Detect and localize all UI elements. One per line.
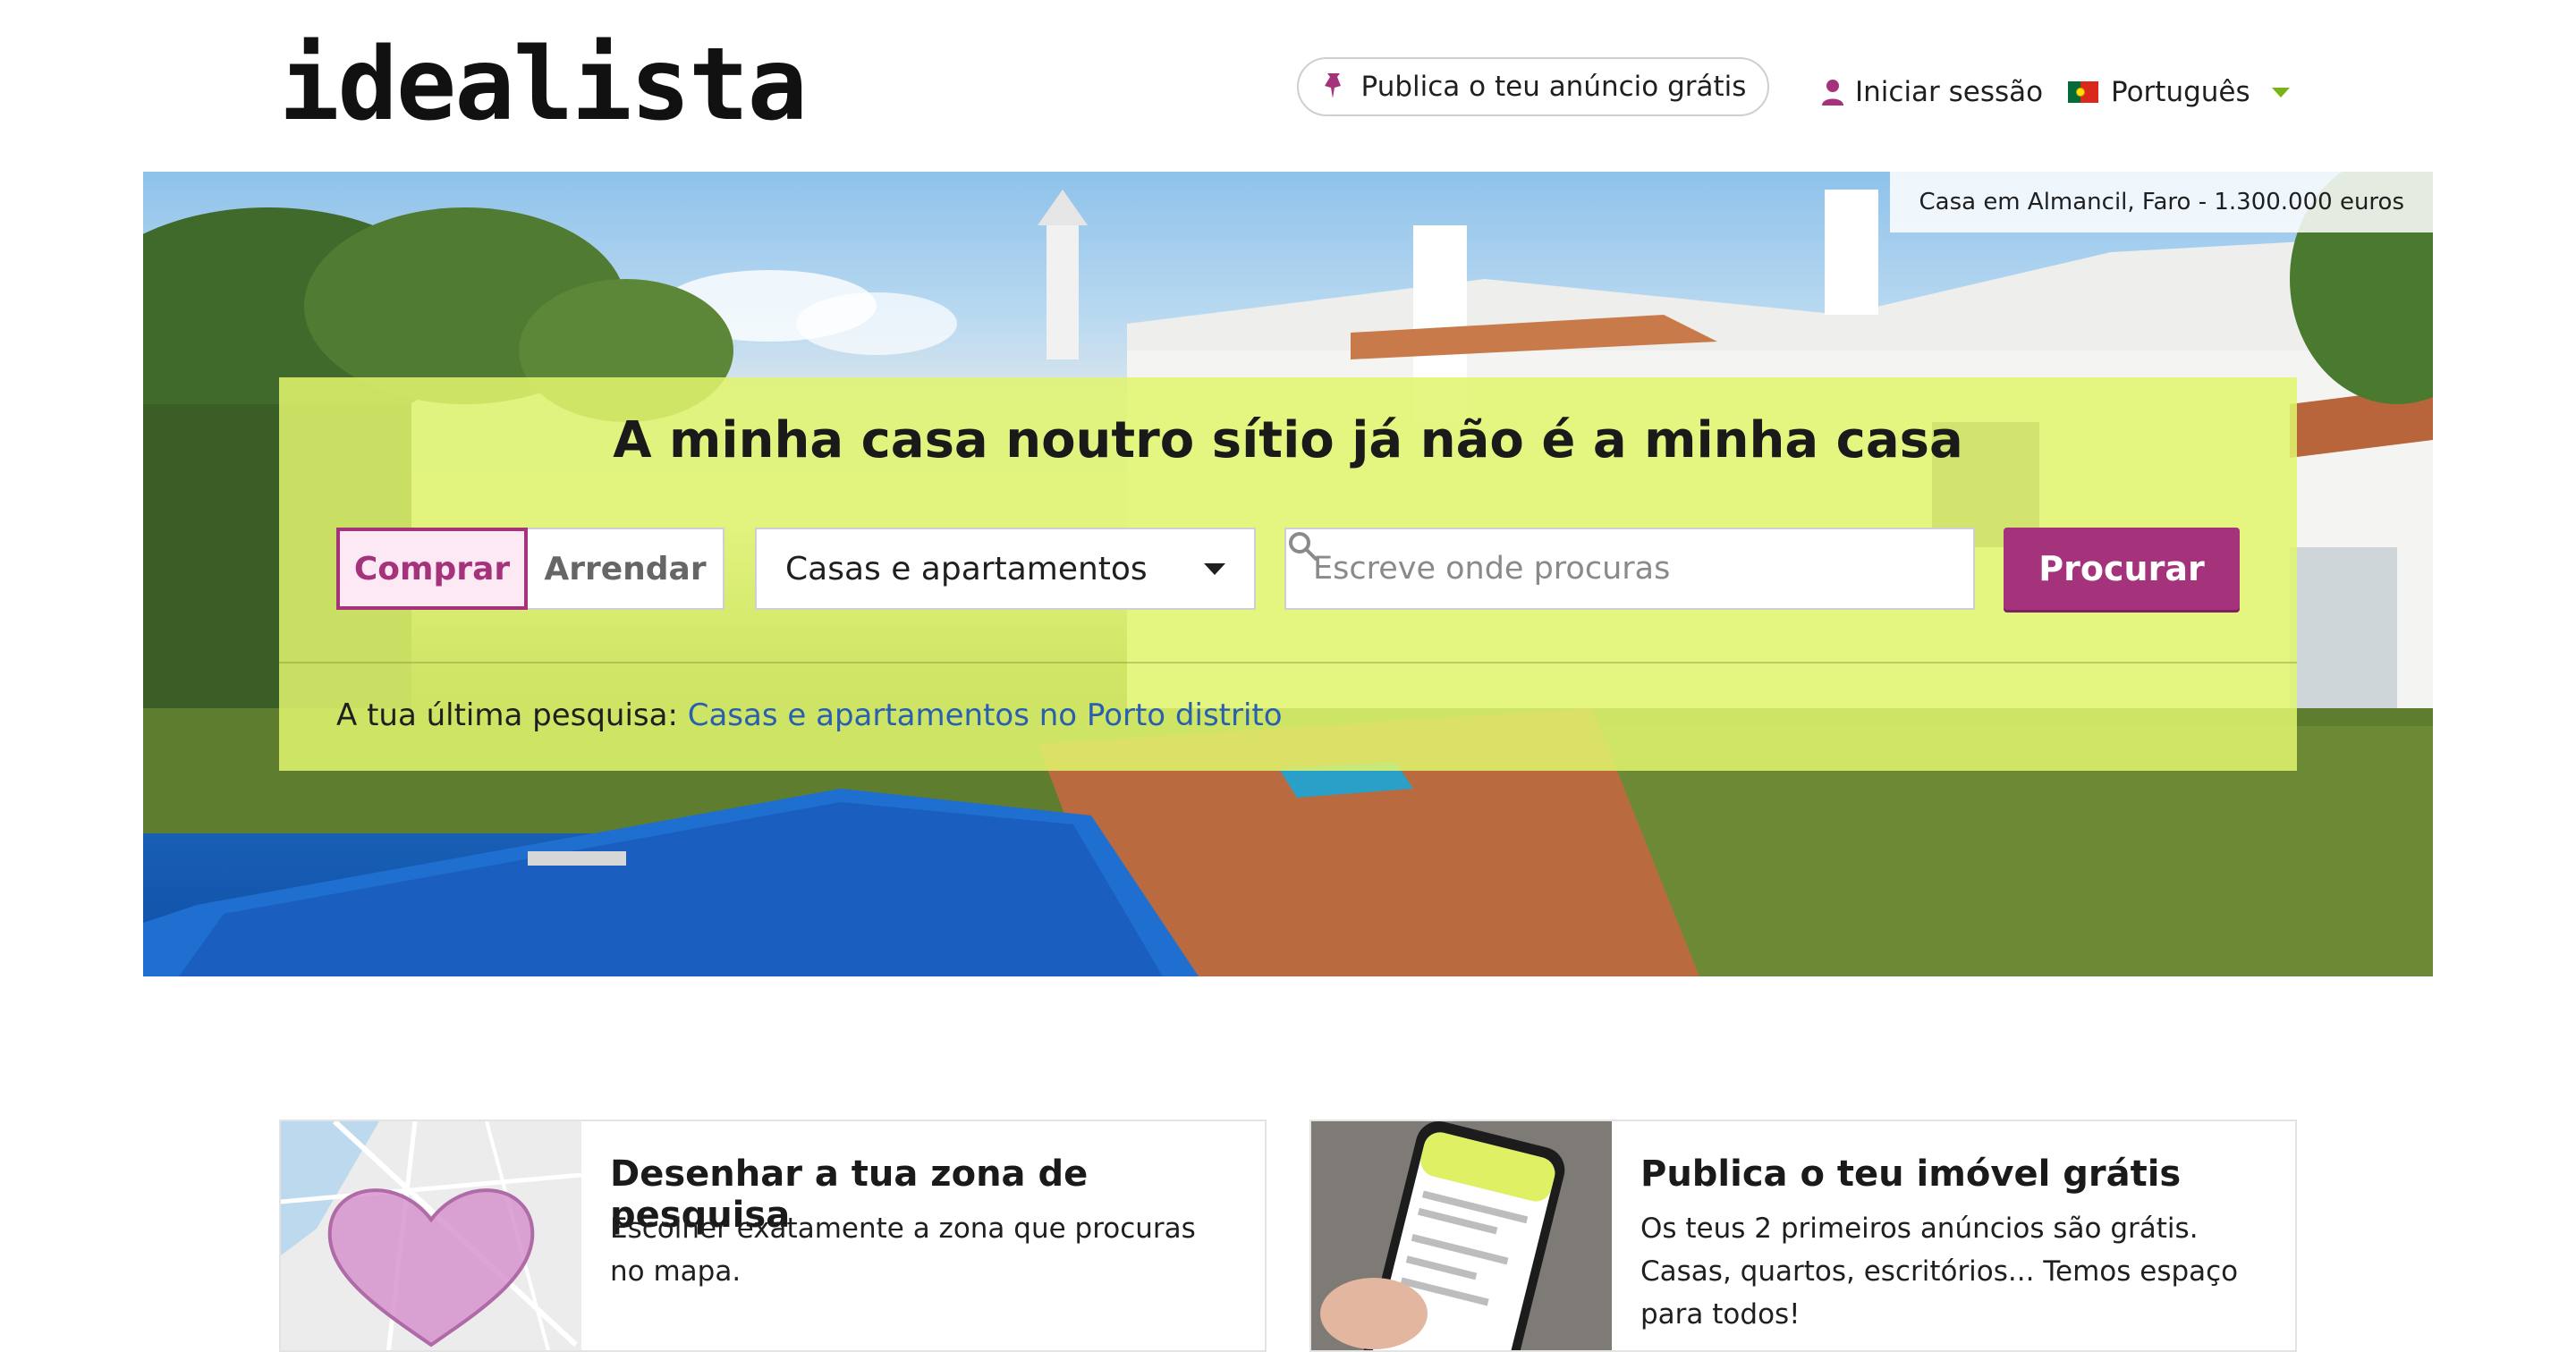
property-type-value: Casas e apartamentos bbox=[785, 550, 1148, 587]
search-panel: A minha casa noutro sítio já não é a min… bbox=[279, 377, 2297, 771]
pin-icon bbox=[1324, 73, 1341, 98]
last-search: A tua última pesquisa: Casas e apartamen… bbox=[336, 697, 1283, 733]
photo-caption: Casa em Almancil, Faro - 1.300.000 euros bbox=[1890, 172, 2433, 232]
user-icon bbox=[1822, 80, 1843, 106]
rent-tab[interactable]: Arrendar bbox=[528, 529, 723, 608]
search-button[interactable]: Procurar bbox=[2004, 528, 2240, 610]
language-selector[interactable]: Português bbox=[2068, 72, 2290, 113]
draw-area-card[interactable]: Desenhar a tua zona de pesquisa Escolher… bbox=[279, 1120, 1267, 1352]
publish-ad-label: Publica o teu anúncio grátis bbox=[1360, 71, 1747, 103]
last-search-link[interactable]: Casas e apartamentos no Porto distrito bbox=[688, 697, 1283, 733]
publish-ad-button[interactable]: Publica o teu anúncio grátis bbox=[1297, 57, 1769, 116]
map-heart-image bbox=[281, 1121, 581, 1350]
language-label: Português bbox=[2111, 76, 2250, 108]
panel-divider bbox=[279, 662, 2297, 663]
idealista-logo[interactable]: idealista bbox=[279, 35, 808, 135]
last-search-label: A tua última pesquisa: bbox=[336, 697, 678, 733]
operation-toggle: Comprar Arrendar bbox=[336, 528, 724, 610]
search-icon bbox=[1289, 532, 1318, 561]
hero-headline: A minha casa noutro sítio já não é a min… bbox=[613, 411, 1963, 469]
buy-tab[interactable]: Comprar bbox=[336, 528, 528, 610]
chevron-down-icon bbox=[2271, 87, 2290, 97]
property-type-select[interactable]: Casas e apartamentos bbox=[755, 528, 1256, 610]
location-search-field[interactable] bbox=[1284, 528, 1975, 610]
hero-banner: Casa em Almancil, Faro - 1.300.000 euros… bbox=[143, 172, 2433, 976]
publish-property-card[interactable]: Publica o teu imóvel grátis Os teus 2 pr… bbox=[1309, 1120, 2297, 1352]
location-search-input[interactable] bbox=[1311, 550, 1887, 587]
portugal-flag-icon bbox=[2068, 81, 2098, 103]
phone-illustration bbox=[1311, 1121, 1612, 1350]
publish-property-title: Publica o teu imóvel grátis bbox=[1640, 1153, 2182, 1195]
phone-app-image bbox=[1311, 1121, 1612, 1350]
chevron-down-icon bbox=[1204, 562, 1225, 575]
draw-area-description: Escolher exatamente a zona que procuras … bbox=[610, 1213, 1196, 1288]
map-illustration bbox=[281, 1121, 581, 1350]
publish-property-description: Os teus 2 primeiros anúncios são grátis.… bbox=[1640, 1213, 2239, 1331]
login-link[interactable]: Iniciar sessão bbox=[1821, 72, 2043, 113]
login-label: Iniciar sessão bbox=[1855, 76, 2044, 108]
